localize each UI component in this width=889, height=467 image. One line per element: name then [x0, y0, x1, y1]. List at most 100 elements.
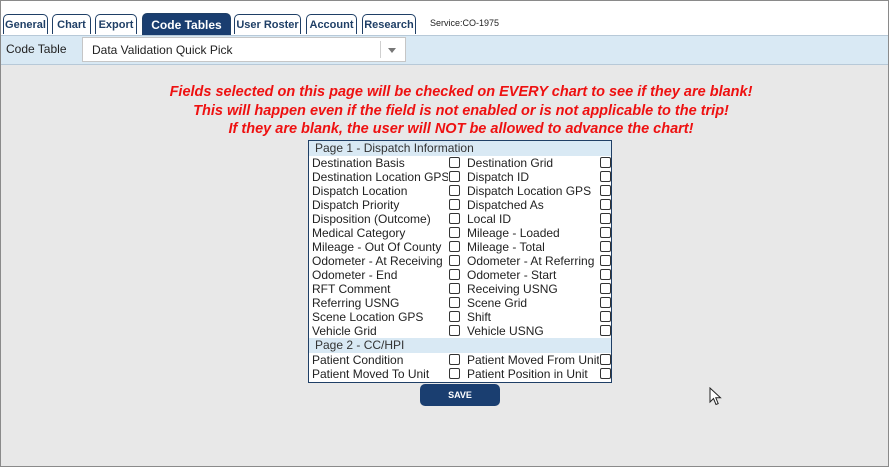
field-checkbox[interactable]: [449, 157, 460, 168]
field-row: Destination Basis Destination Grid: [309, 156, 611, 170]
field-label: Patient Position in Unit: [467, 367, 588, 381]
field-label: Odometer - End: [312, 268, 398, 282]
field-label: Dispatch Location GPS: [467, 184, 592, 198]
field-label: RFT Comment: [312, 282, 391, 296]
field-checkbox[interactable]: [449, 185, 460, 196]
field-checkbox[interactable]: [600, 269, 611, 280]
field-row: Vehicle Grid Vehicle USNG: [309, 324, 611, 338]
tab-account[interactable]: Account: [306, 14, 357, 34]
field-checkbox[interactable]: [449, 227, 460, 238]
field-checkbox[interactable]: [600, 255, 611, 266]
field-row: Patient Condition Patient Moved From Unit: [309, 353, 611, 367]
field-label: Mileage - Out Of County: [312, 240, 442, 254]
field-label: Scene Location GPS: [312, 310, 424, 324]
chevron-down-icon[interactable]: [388, 48, 396, 53]
field-label: Shift: [467, 310, 492, 324]
field-checkbox[interactable]: [449, 269, 460, 280]
tab-bar: General Chart Export Code Tables User Ro…: [1, 1, 888, 36]
save-button[interactable]: SAVE: [420, 384, 500, 406]
field-label: Destination Basis: [312, 156, 405, 170]
field-checkbox[interactable]: [449, 368, 460, 379]
field-checkbox[interactable]: [600, 297, 611, 308]
service-id: Service:CO-1975: [430, 18, 500, 28]
field-label: Odometer - Start: [467, 268, 557, 282]
field-checklist: Page 1 - Dispatch Information Destination…: [308, 140, 612, 383]
code-table-value: Data Validation Quick Pick: [92, 43, 233, 57]
field-label: Vehicle Grid: [312, 324, 377, 338]
select-divider: [380, 41, 381, 58]
field-row: RFT Comment Receiving USNG: [309, 282, 611, 296]
field-checkbox[interactable]: [449, 311, 460, 322]
code-table-select[interactable]: Data Validation Quick Pick: [82, 37, 406, 62]
field-checkbox[interactable]: [449, 255, 460, 266]
field-row: Odometer - End Odometer - Start: [309, 268, 611, 282]
field-row: Scene Location GPS Shift: [309, 310, 611, 324]
field-label: Mileage - Loaded: [467, 226, 560, 240]
field-row: Disposition (Outcome) Local ID: [309, 212, 611, 226]
field-checkbox[interactable]: [449, 325, 460, 336]
field-label: Vehicle USNG: [467, 324, 544, 338]
field-checkbox[interactable]: [600, 227, 611, 238]
field-label: Dispatched As: [467, 198, 544, 212]
field-row: Patient Moved To Unit Patient Position in…: [309, 367, 611, 381]
field-label: Destination Grid: [467, 156, 554, 170]
field-checkbox[interactable]: [600, 241, 611, 252]
field-label: Odometer - At Receiving: [312, 254, 443, 268]
section-header: Page 2 - CC/HPI: [309, 338, 611, 353]
field-label: Dispatch Priority: [312, 198, 400, 212]
field-checkbox[interactable]: [600, 354, 611, 365]
code-table-label: Code Table: [6, 42, 67, 56]
warning-message: Fields selected on this page will be che…: [1, 83, 889, 139]
field-row: Odometer - At Receiving Odometer - At Ref…: [309, 254, 611, 268]
field-row: Medical Category Mileage - Loaded: [309, 226, 611, 240]
field-row: Referring USNG Scene Grid: [309, 296, 611, 310]
field-row: Dispatch Location Dispatch Location GPS: [309, 184, 611, 198]
tab-export[interactable]: Export: [95, 14, 137, 34]
field-row: Mileage - Out Of County Mileage - Total: [309, 240, 611, 254]
field-checkbox[interactable]: [600, 283, 611, 294]
field-checkbox[interactable]: [600, 368, 611, 379]
field-checkbox[interactable]: [600, 325, 611, 336]
tab-user-roster[interactable]: User Roster: [234, 14, 301, 34]
field-checkbox[interactable]: [600, 213, 611, 224]
field-label: Patient Moved To Unit: [312, 367, 430, 381]
tab-code-tables[interactable]: Code Tables: [142, 13, 231, 35]
field-checkbox[interactable]: [600, 311, 611, 322]
field-label: Scene Grid: [467, 296, 528, 310]
field-checkbox[interactable]: [449, 241, 460, 252]
field-label: Patient Moved From Unit: [467, 353, 599, 367]
field-checkbox[interactable]: [449, 171, 460, 182]
field-checkbox[interactable]: [600, 171, 611, 182]
warning-line: Fields selected on this page will be che…: [169, 84, 753, 100]
field-checkbox[interactable]: [449, 213, 460, 224]
tab-research[interactable]: Research: [362, 14, 416, 34]
field-label: Receiving USNG: [467, 282, 558, 296]
field-label: Disposition (Outcome): [312, 212, 431, 226]
code-table-bar: Code Table Data Validation Quick Pick: [1, 36, 888, 65]
field-label: Dispatch ID: [467, 170, 530, 184]
field-checkbox[interactable]: [600, 199, 611, 210]
mouse-pointer-icon: [709, 387, 722, 406]
field-checkbox[interactable]: [600, 157, 611, 168]
warning-line: This will happen even if the field is no…: [193, 102, 729, 119]
field-checkbox[interactable]: [449, 354, 460, 365]
field-label: Odometer - At Referring: [467, 254, 595, 268]
field-label: Medical Category: [312, 226, 406, 240]
field-label: Patient Condition: [312, 353, 404, 367]
field-row: Dispatch Priority Dispatched As: [309, 198, 611, 212]
field-label: Dispatch Location: [312, 184, 408, 198]
field-row: Destination Location GPS Dispatch ID: [309, 170, 611, 184]
field-checkbox[interactable]: [449, 283, 460, 294]
field-label: Local ID: [467, 212, 512, 226]
field-checkbox[interactable]: [449, 297, 460, 308]
field-checkbox[interactable]: [449, 199, 460, 210]
app-window: General Chart Export Code Tables User Ro…: [0, 0, 889, 467]
field-label: Mileage - Total: [467, 240, 545, 254]
tab-chart[interactable]: Chart: [52, 14, 91, 34]
section-header: Page 1 - Dispatch Information: [309, 141, 611, 156]
field-label: Destination Location GPS: [312, 170, 448, 184]
warning-line: If they are blank, the user will NOT be …: [228, 121, 694, 137]
field-label: Referring USNG: [312, 296, 400, 310]
tab-general[interactable]: General: [3, 14, 48, 34]
field-checkbox[interactable]: [600, 185, 611, 196]
